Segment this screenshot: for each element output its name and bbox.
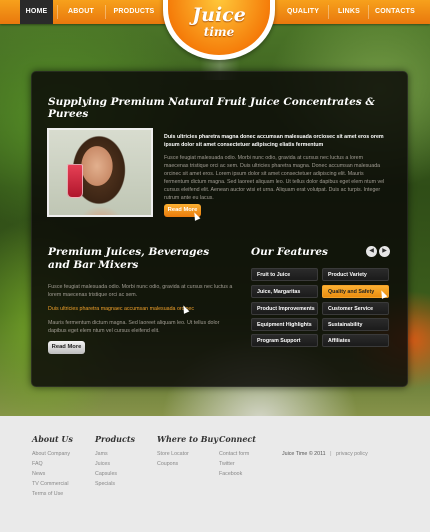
footer-link-twitter[interactable]: Twitter <box>219 461 235 467</box>
footer-brand: Juice Time <box>282 451 308 457</box>
juices-title: Premium Juices, Beverages and Bar Mixers <box>48 246 210 271</box>
nav-divider <box>328 5 329 19</box>
feature-affiliates[interactable]: Affiliates <box>322 334 389 347</box>
logo-text-time: time <box>203 25 235 39</box>
nav-divider <box>57 5 58 19</box>
nav-home[interactable]: HOME <box>20 0 53 24</box>
juices-text-secondary: Mauris fermentum dictum magna. Sed laore… <box>48 320 220 334</box>
intro-body-text: Fusce feugiat malesuada odio. Morbi nunc… <box>164 155 385 201</box>
footer-link-specials[interactable]: Specials <box>95 481 115 487</box>
logo-text-juice: Juice <box>192 4 246 26</box>
woman-drinking-juice-image <box>47 128 153 217</box>
feature-customer-service[interactable]: Customer Service <box>322 302 389 315</box>
footer-link-tv-commercial[interactable]: TV Commercial <box>32 481 69 487</box>
nav-about[interactable]: ABOUT <box>62 0 100 24</box>
privacy-policy-link[interactable]: privacy policy <box>336 451 368 457</box>
nav-divider <box>105 5 106 19</box>
footer-title-products: Products <box>95 434 136 444</box>
copyright-divider: | <box>330 451 332 457</box>
footer-link-terms-of-use[interactable]: Terms of Use <box>32 491 63 497</box>
juice-glass-image <box>67 164 83 198</box>
feature-juice-margaritas[interactable]: Juice, Margaritas <box>251 285 318 298</box>
footer-link-faq[interactable]: FAQ <box>32 461 43 467</box>
footer-link-capsules[interactable]: Capsules <box>95 471 117 477</box>
footer-link-juices[interactable]: Juices <box>95 461 110 467</box>
intro-title: Supplying Premium Natural Fruit Juice Co… <box>48 96 375 120</box>
chevron-right-icon[interactable]: ▶ <box>379 246 390 257</box>
feature-fruit-to-juice[interactable]: Fruit to Juice <box>251 268 318 281</box>
footer-title-where-to-buy: Where to Buy <box>157 434 219 444</box>
footer-link-store-locator[interactable]: Store Locator <box>157 451 189 457</box>
juices-link[interactable]: Duis ultricies pharetra magnaec accumsan… <box>48 305 238 313</box>
nav-divider <box>368 5 369 19</box>
footer-link-facebook[interactable]: Facebook <box>219 471 242 477</box>
footer-link-contact-form[interactable]: Contact form <box>219 451 249 457</box>
feature-product-improvements[interactable]: Product Improvements <box>251 302 318 315</box>
copyright-year: © 2011 <box>308 451 326 457</box>
juices-text: Fusce feugiat malesuada odio. Morbi nunc… <box>48 284 233 298</box>
footer-link-news[interactable]: News <box>32 471 45 477</box>
chevron-left-icon[interactable]: ◀ <box>366 246 377 257</box>
footer-title-connect: Connect <box>219 434 256 444</box>
copyright: Juice Time © 2011 | privacy policy <box>282 451 368 457</box>
footer-link-jams[interactable]: Jams <box>95 451 108 457</box>
juices-read-more-button[interactable]: Read More <box>48 341 85 354</box>
nav-quality[interactable]: QUALITY <box>283 0 323 24</box>
footer-title-about-us: About Us <box>32 434 73 444</box>
feature-equipment-highlights[interactable]: Equipment Highlights <box>251 318 318 331</box>
nav-products[interactable]: PRODUCTS <box>111 0 157 24</box>
feature-sustainability[interactable]: Sustainability <box>322 318 389 331</box>
footer-link-coupons[interactable]: Coupons <box>157 461 178 467</box>
nav-contacts[interactable]: CONTACTS <box>373 0 417 24</box>
features-title: Our Features <box>251 246 328 258</box>
nav-links[interactable]: LINKS <box>334 0 364 24</box>
footer-link-about-company[interactable]: About Company <box>32 451 70 457</box>
feature-program-support[interactable]: Program Support <box>251 334 318 347</box>
feature-product-variety[interactable]: Product Variety <box>322 268 389 281</box>
intro-lead-text: Duis ultricies pharetra magna donec accu… <box>164 134 384 148</box>
